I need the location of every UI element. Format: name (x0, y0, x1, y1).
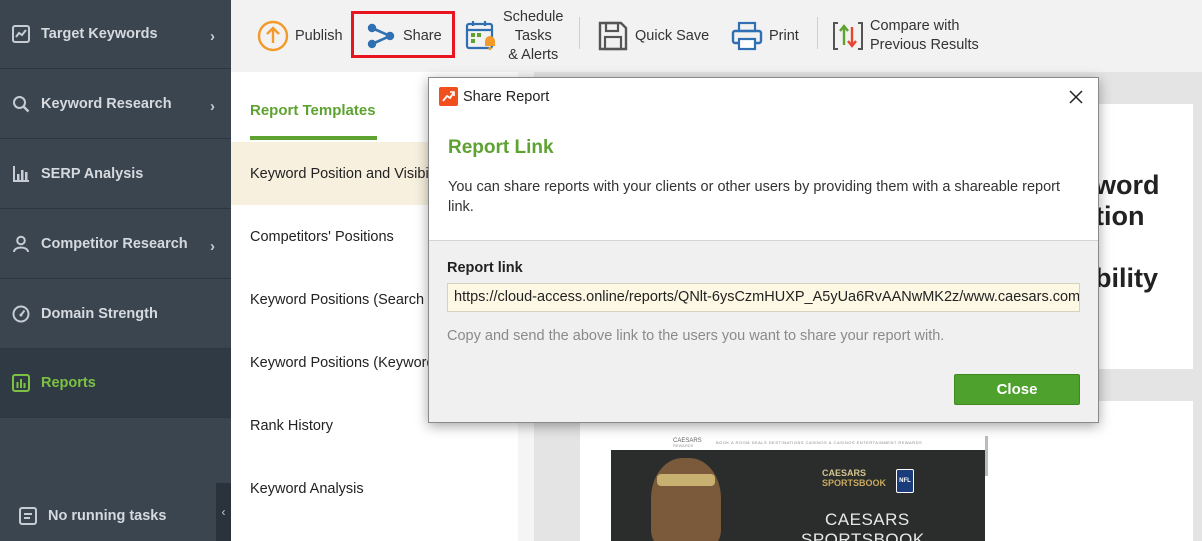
print-button[interactable]: Print (731, 0, 799, 72)
running-tasks-label: No running tasks (48, 507, 167, 524)
schedule-label-line3: & Alerts (508, 46, 559, 63)
compare-label-line2: Previous Results (870, 37, 979, 53)
compare-arrows-icon (832, 19, 864, 53)
preview-title-fragment: bility (1095, 263, 1159, 293)
user-icon (11, 234, 31, 254)
tasks-icon (19, 506, 37, 525)
sidebar-item-target-keywords[interactable]: Target Keywords › (0, 0, 231, 69)
compare-label: Compare with Previous Results (870, 17, 979, 55)
sidebar-item-label: Reports (41, 375, 96, 391)
chevron-right-icon: › (210, 98, 215, 115)
toolbar-divider (579, 17, 580, 49)
active-tab-underline (250, 136, 377, 140)
gauge-icon (11, 304, 31, 324)
search-icon (11, 94, 31, 114)
running-tasks[interactable]: No running tasks (0, 490, 231, 541)
chevron-right-icon: › (210, 238, 215, 255)
upload-icon (257, 20, 289, 52)
website-screenshot: CAESARS REWARDS BOOK A ROOM DEALS DESTIN… (611, 436, 985, 541)
dialog-description: You can share reports with your clients … (448, 179, 1061, 215)
screenshot-title-line1: CAESARS (825, 510, 910, 529)
collapse-sidebar-button[interactable]: ‹ (216, 483, 231, 541)
sidebar-item-label: Keyword Research (41, 96, 172, 112)
reports-icon (11, 373, 31, 393)
schedule-tasks-button[interactable]: Schedule Tasks & Alerts (465, 0, 563, 72)
quick-save-label: Quick Save (635, 28, 710, 44)
dialog-title: Share Report (463, 89, 550, 105)
sidebar-item-label: Competitor Research (41, 236, 188, 252)
share-label: Share (403, 28, 442, 44)
screenshot-title-line2: SPORTSBOOK (801, 530, 925, 541)
chart-line-icon (11, 24, 31, 44)
report-link-field[interactable]: https://cloud-access.online/reports/QNlt… (447, 283, 1080, 312)
screenshot-menu: BOOK A ROOM DEALS DESTINATIONS CASINOS &… (716, 440, 923, 445)
player-glasses (657, 474, 715, 486)
template-item[interactable]: Keyword Analysis (231, 457, 518, 520)
preview-title-fragment: tion (1095, 201, 1145, 231)
sidebar-item-serp-analysis[interactable]: SERP Analysis (0, 140, 231, 209)
sidebar-item-label: SERP Analysis (41, 166, 144, 182)
floppy-disk-icon (597, 20, 629, 52)
screenshot-brand-sub: REWARDS (673, 443, 694, 448)
close-icon[interactable] (1065, 86, 1087, 108)
schedule-label-line1: Schedule (503, 8, 564, 25)
compare-button[interactable]: Compare with Previous Results (832, 0, 979, 72)
schedule-label: Schedule Tasks & Alerts (503, 8, 563, 65)
printer-icon (731, 20, 763, 52)
publish-label: Publish (295, 28, 343, 44)
screenshot-navbar: CAESARS REWARDS BOOK A ROOM DEALS DESTIN… (611, 436, 985, 450)
screenshot-scrollbar[interactable] (985, 436, 988, 476)
dialog-heading: Report Link (448, 137, 554, 158)
calendar-alert-icon (465, 19, 497, 53)
share-report-dialog: Share Report Report Link You can share r… (428, 77, 1099, 423)
report-link-label: Report link (447, 260, 523, 276)
report-templates-heading: Report Templates (250, 102, 376, 119)
close-button[interactable]: Close (954, 374, 1080, 405)
chevron-right-icon: › (210, 28, 215, 45)
preview-title-fragment: word (1095, 170, 1160, 200)
sidebar: Target Keywords › Keyword Research › SER… (0, 0, 231, 541)
nfl-shield-icon: NFL (896, 469, 914, 493)
share-icon (365, 20, 397, 52)
print-label: Print (769, 28, 799, 44)
dialog-titlebar[interactable]: Share Report (429, 78, 1098, 115)
sidebar-item-label: Target Keywords (41, 26, 158, 42)
sidebar-item-reports[interactable]: Reports (0, 349, 231, 418)
schedule-label-line2: Tasks (514, 27, 552, 44)
toolbar: Publish Share Schedule Tasks & Alerts Qu… (231, 0, 1202, 72)
share-button[interactable]: Share (365, 0, 442, 72)
toolbar-divider (817, 17, 818, 49)
sportsbook-logo-line2: SPORTSBOOK (822, 478, 887, 488)
sidebar-item-keyword-research[interactable]: Keyword Research › (0, 70, 231, 139)
dialog-header-area: Report Link You can share reports with y… (429, 115, 1098, 241)
app-logo-icon (439, 87, 458, 106)
sidebar-item-competitor-research[interactable]: Competitor Research › (0, 210, 231, 279)
sidebar-item-domain-strength[interactable]: Domain Strength (0, 280, 231, 349)
dialog-hint: Copy and send the above link to the user… (447, 328, 945, 344)
player-image (651, 458, 721, 541)
compare-label-line1: Compare with (870, 18, 960, 34)
sportsbook-logo-line1: CAESARS (822, 468, 867, 478)
bar-chart-icon (11, 164, 31, 184)
sportsbook-logo: CAESARS SPORTSBOOK (822, 468, 886, 488)
quick-save-button[interactable]: Quick Save (597, 0, 709, 72)
sidebar-item-label: Domain Strength (41, 306, 158, 322)
publish-button[interactable]: Publish (257, 0, 343, 72)
